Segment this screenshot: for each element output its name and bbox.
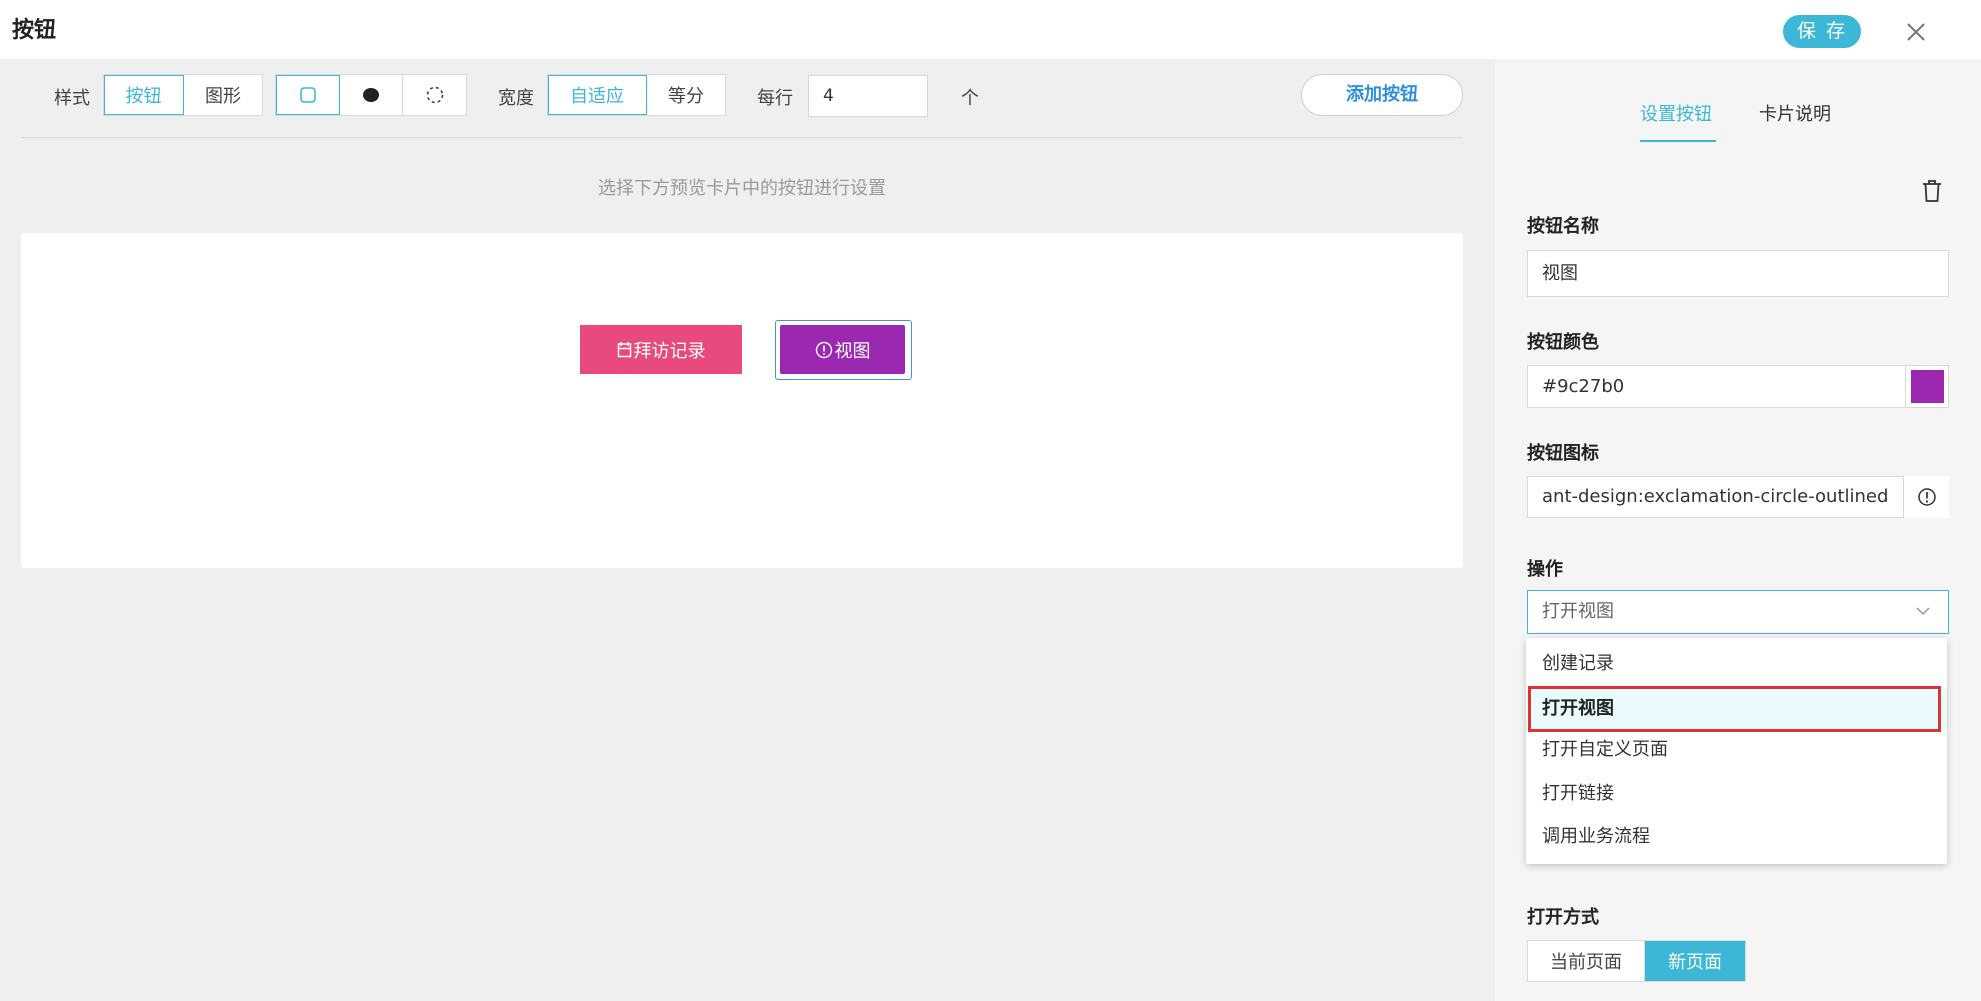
button-name-label: 按钮名称 (1527, 216, 1599, 237)
toolbar-divider (21, 137, 1463, 138)
open-mode-current-page[interactable]: 当前页面 (1528, 941, 1645, 981)
tab-card-description[interactable]: 卡片说明 (1759, 100, 1831, 126)
preview-card (21, 233, 1463, 568)
per-row-input[interactable]: 4 (808, 75, 928, 117)
save-button[interactable]: 保 存 (1783, 15, 1861, 48)
color-swatch (1911, 370, 1944, 403)
tab-button-settings[interactable]: 设置按钮 (1640, 100, 1712, 126)
button-icon-label: 按钮图标 (1527, 443, 1599, 464)
add-button[interactable]: 添加按钮 (1301, 74, 1463, 116)
width-option-adaptive[interactable]: 自适应 (548, 75, 647, 115)
preview-button-visit-record[interactable]: 拜访记录 (580, 325, 742, 374)
preview-button-label: 拜访记录 (633, 340, 706, 362)
shape-toggle (275, 74, 467, 116)
square-icon (299, 87, 316, 103)
preview-button-label: 视图 (834, 340, 871, 362)
dropdown-option-call-business-flow[interactable]: 调用业务流程 (1526, 816, 1947, 858)
dropdown-option-open-custom-page[interactable]: 打开自定义页面 (1526, 729, 1947, 771)
open-mode-label: 打开方式 (1527, 907, 1599, 928)
calendar-icon (617, 342, 631, 358)
style-toggle: 按钮 图形 (103, 74, 263, 116)
button-color-input[interactable]: #9c27b0 (1527, 365, 1906, 408)
preview-button-view[interactable]: 视图 (780, 325, 905, 374)
shape-option-square[interactable] (276, 75, 340, 115)
per-row-unit: 个 (961, 88, 979, 109)
button-name-input[interactable]: 视图 (1527, 250, 1949, 297)
width-label: 宽度 (498, 88, 534, 109)
exclamation-circle-icon (1918, 488, 1936, 506)
trash-icon[interactable] (1921, 179, 1943, 203)
highlight-annotation-box (1528, 686, 1941, 732)
button-icon-input[interactable]: ant-design:exclamation-circle-outlined (1527, 476, 1949, 518)
close-icon[interactable] (1904, 20, 1928, 44)
header-bar (0, 0, 1981, 59)
dropdown-option-create-record[interactable]: 创建记录 (1526, 643, 1947, 685)
chevron-down-icon (1916, 607, 1930, 616)
page-title: 按钮 (12, 18, 57, 43)
button-color-label: 按钮颜色 (1527, 332, 1599, 353)
width-option-equal[interactable]: 等分 (647, 75, 725, 115)
action-select[interactable]: 打开视图 (1527, 590, 1949, 634)
preview-hint: 选择下方预览卡片中的按钮进行设置 (598, 178, 886, 199)
per-row-label: 每行 (757, 88, 793, 109)
ellipse-filled-icon (363, 88, 379, 102)
active-tab-underline (1640, 140, 1716, 142)
dropdown-option-open-link[interactable]: 打开链接 (1526, 773, 1947, 815)
style-option-shape[interactable]: 图形 (184, 75, 262, 115)
open-mode-new-page[interactable]: 新页面 (1645, 941, 1745, 981)
width-toggle: 自适应 等分 (547, 74, 726, 116)
icon-picker-button[interactable] (1903, 476, 1949, 518)
exclamation-circle-icon (815, 341, 832, 358)
dashed-circle-icon (426, 86, 443, 104)
action-label: 操作 (1527, 559, 1563, 580)
shape-option-round[interactable] (340, 75, 403, 115)
style-label: 样式 (54, 88, 90, 109)
shape-option-dashed[interactable] (403, 75, 466, 115)
style-option-button[interactable]: 按钮 (104, 75, 184, 115)
open-mode-toggle: 当前页面 新页面 (1527, 940, 1746, 982)
